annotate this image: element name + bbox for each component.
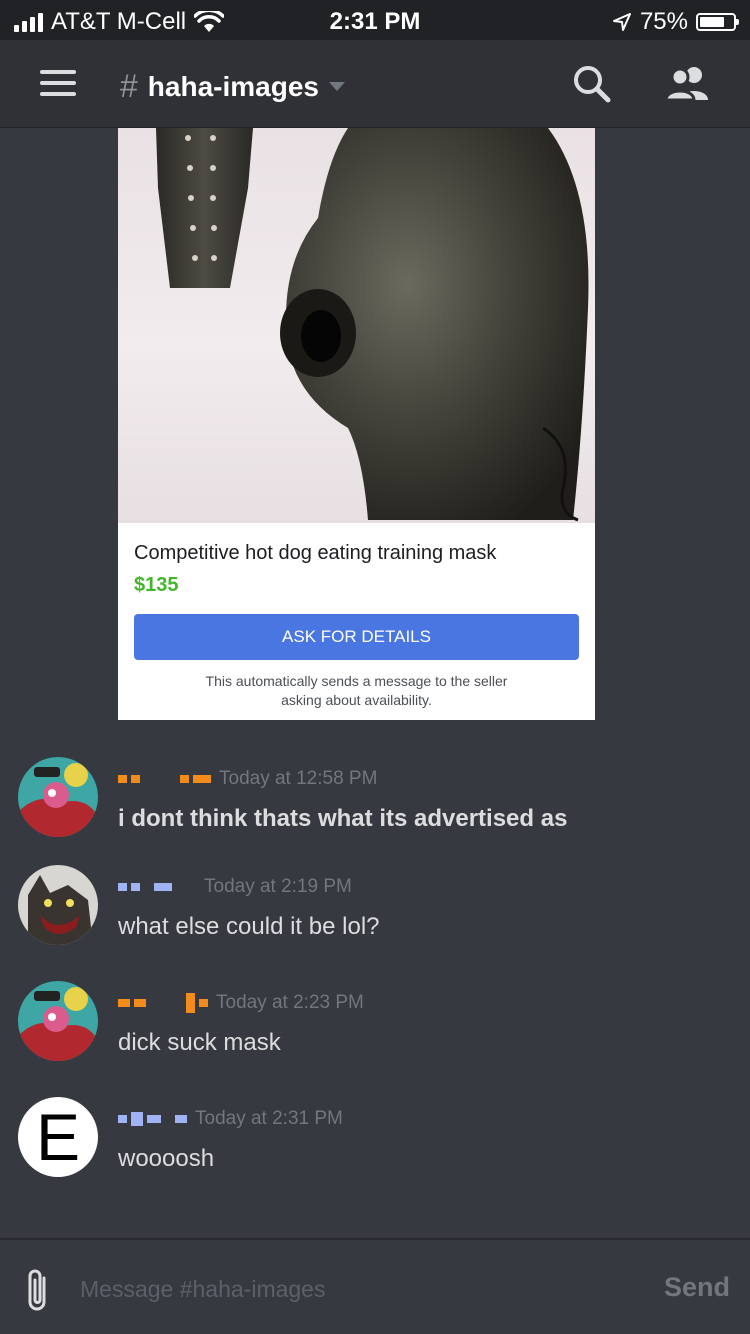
members-icon[interactable]	[664, 64, 712, 104]
embedded-image[interactable]: Competitive hot dog eating training mask…	[118, 128, 595, 720]
message-text: what else could it be lol?	[118, 913, 380, 940]
listing-note: This automatically sends a message to th…	[158, 672, 555, 710]
letter-avatar[interactable]: E	[18, 1097, 98, 1177]
cartoon-avatar[interactable]	[18, 981, 98, 1061]
ask-for-details-button: ASK FOR DETAILS	[134, 614, 579, 660]
paperclip-icon[interactable]	[22, 1266, 54, 1314]
send-button[interactable]: Send	[664, 1272, 730, 1303]
hyena-avatar[interactable]	[18, 865, 98, 945]
avatar-letter: E	[35, 1100, 81, 1174]
username[interactable]	[118, 993, 212, 1013]
username[interactable]	[118, 883, 200, 891]
message-timestamp: Today at 2:23 PM	[216, 992, 364, 1013]
message-meta: Today at 2:31 PM	[118, 1107, 343, 1131]
listing-price: $135	[134, 574, 179, 596]
message-timestamp: Today at 2:31 PM	[195, 1108, 343, 1129]
hash-icon: #	[120, 68, 138, 104]
battery-icon	[696, 13, 739, 31]
message-input[interactable]	[78, 1268, 642, 1310]
message-text: woooosh	[118, 1145, 215, 1172]
channel-name: haha-images	[147, 70, 319, 102]
product-photo	[118, 128, 595, 523]
channel-title[interactable]: # haha-images	[120, 68, 345, 105]
message-timestamp: Today at 2:19 PM	[204, 876, 352, 897]
listing-note-line-2: asking about availability.	[281, 692, 432, 708]
message-meta: Today at 12:58 PM	[118, 767, 377, 791]
chevron-down-icon	[328, 82, 345, 91]
message-timestamp: Today at 12:58 PM	[219, 768, 378, 789]
username[interactable]	[118, 775, 215, 783]
hamburger-icon[interactable]	[40, 70, 76, 96]
channel-header: # haha-images	[0, 40, 750, 128]
message-composer: Send	[0, 1238, 750, 1334]
location-arrow-icon	[612, 13, 631, 31]
message-meta: Today at 2:19 PM	[118, 875, 352, 899]
listing-note-line-1: This automatically sends a message to th…	[205, 673, 508, 689]
username[interactable]	[118, 1112, 191, 1126]
status-bar: AT&T M-Cell 2:31 PM 75%	[0, 0, 750, 40]
battery-percent: 75%	[639, 8, 688, 35]
message-text: dick suck mask	[118, 1029, 281, 1056]
search-icon[interactable]	[572, 64, 612, 104]
listing-title: Competitive hot dog eating training mask	[134, 542, 497, 564]
message-meta: Today at 2:23 PM	[118, 991, 364, 1015]
cartoon-avatar[interactable]	[18, 757, 98, 837]
message-text: i dont think thats what its advertised a…	[118, 805, 568, 832]
